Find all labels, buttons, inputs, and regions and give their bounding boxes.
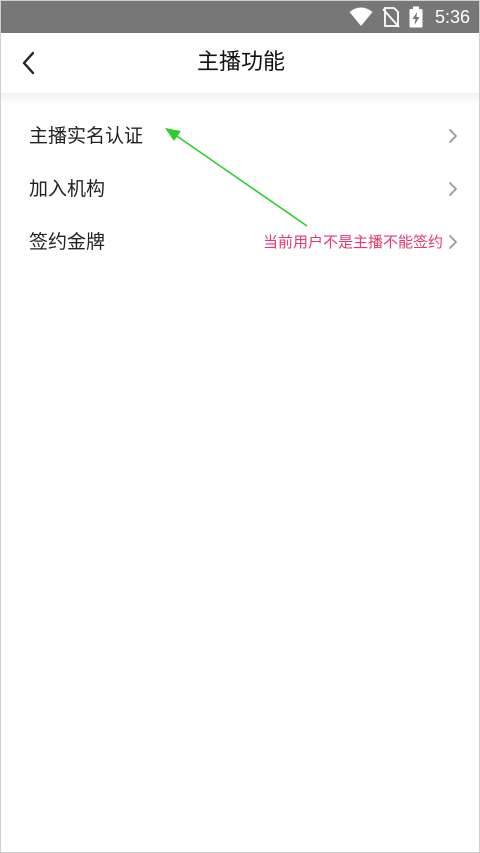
menu-item-label: 加入机构 xyxy=(29,177,106,200)
status-time: 5:36 xyxy=(434,7,470,27)
menu-item-hint: 当前用户不是主播不能签约 xyxy=(262,232,443,251)
screen: 5:36 主播功能 主播实名认证 加入机构 签约金牌 当前用户不是主播不能签约 xyxy=(0,0,480,853)
chevron-right-icon xyxy=(449,181,457,196)
wifi-icon xyxy=(349,6,373,32)
header-divider xyxy=(1,93,479,103)
menu-item-anchor-verification[interactable]: 主播实名认证 xyxy=(1,109,479,162)
menu-list: 主播实名认证 加入机构 签约金牌 当前用户不是主播不能签约 xyxy=(1,109,479,268)
chevron-right-icon xyxy=(449,128,457,143)
menu-item-label: 主播实名认证 xyxy=(29,124,144,147)
menu-item-gold-contract[interactable]: 签约金牌 当前用户不是主播不能签约 xyxy=(1,215,479,268)
menu-item-join-agency[interactable]: 加入机构 xyxy=(1,162,479,215)
chevron-right-icon xyxy=(449,234,457,249)
no-sim-icon xyxy=(382,6,400,32)
menu-item-label: 签约金牌 xyxy=(29,230,106,253)
page-title: 主播功能 xyxy=(196,50,285,75)
status-bar: 5:36 xyxy=(1,1,479,33)
battery-charging-icon xyxy=(409,6,423,32)
nav-bar: 主播功能 xyxy=(1,33,479,93)
